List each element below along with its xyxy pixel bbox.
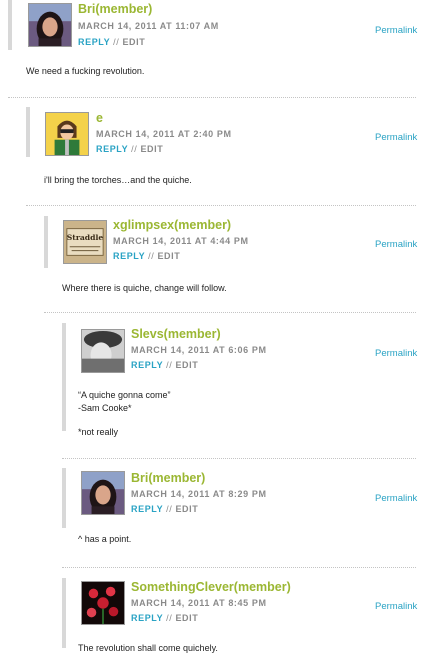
comment-separator [62,567,416,568]
comment-text: Where there is quiche, change will follo… [62,283,227,293]
comment-separator [62,458,416,459]
edit-link[interactable]: EDIT [122,37,145,47]
edit-link[interactable]: EDIT [175,360,198,370]
svg-text:Straddle: Straddle [67,233,104,242]
comment-actions: REPLY // EDIT [96,144,163,154]
permalink-link[interactable]: Permalink [375,239,417,250]
reply-link[interactable]: REPLY [113,251,145,261]
thread-bar [62,323,66,431]
edit-link[interactable]: EDIT [175,504,198,514]
comment-text: *not really [78,427,119,437]
avatar[interactable] [81,329,125,373]
comment-author[interactable]: Slevs(member) [131,327,221,341]
red-flowers-icon [82,582,124,624]
comment-date: MARCH 14, 2011 AT 8:29 PM [131,489,267,499]
thread-bar [8,0,12,50]
permalink-link[interactable]: Permalink [375,493,417,504]
permalink-link[interactable]: Permalink [375,601,417,612]
reply-link[interactable]: REPLY [131,613,163,623]
comment-date: MARCH 14, 2011 AT 8:45 PM [131,598,267,608]
comment-date: MARCH 14, 2011 AT 4:44 PM [113,236,249,246]
comment-author[interactable]: xglimpsex(member) [113,218,231,232]
comment-separator [8,97,416,98]
edit-link[interactable]: EDIT [157,251,180,261]
thread-bar [26,107,30,157]
comment-actions: REPLY // EDIT [78,37,145,47]
comment-actions: REPLY // EDIT [131,360,198,370]
permalink-link[interactable]: Permalink [375,348,417,359]
avatar[interactable]: Straddle [63,220,107,264]
avatar[interactable] [81,471,125,515]
reply-link[interactable]: REPLY [131,360,163,370]
comment-actions: REPLY // EDIT [131,613,198,623]
comment-author[interactable]: SomethingClever(member) [131,580,291,594]
thread-bar [44,216,48,268]
comment-text: ^ has a point. [78,534,132,544]
comment-separator [44,312,416,313]
comment-text: -Sam Cooke* [78,403,132,413]
thread-bar [62,578,66,648]
avatar[interactable] [28,3,72,47]
comment-text: “A quiche gonna come” [78,390,171,400]
comment-author[interactable]: e [96,111,103,125]
comment-actions: REPLY // EDIT [113,251,180,261]
comment-date: MARCH 14, 2011 AT 2:40 PM [96,129,232,139]
permalink-link[interactable]: Permalink [375,25,417,36]
comment-date: MARCH 14, 2011 AT 11:07 AM [78,21,219,31]
reply-link[interactable]: REPLY [96,144,128,154]
avatar[interactable] [81,581,125,625]
comment-author[interactable]: Bri(member) [131,471,205,485]
comment-author[interactable]: Bri(member) [78,2,152,16]
edit-link[interactable]: EDIT [140,144,163,154]
profile-photo-icon [82,472,124,514]
comment-text: We need a fucking revolution. [26,66,145,76]
comment-separator [26,205,416,206]
straddle-sign-icon: Straddle [64,221,106,263]
bw-photo-icon [82,330,124,372]
profile-photo-icon [29,4,71,46]
comment-date: MARCH 14, 2011 AT 6:06 PM [131,345,267,355]
thread-bar [62,468,66,528]
cartoon-character-icon [46,113,88,155]
reply-link[interactable]: REPLY [131,504,163,514]
comment-text: i'll bring the torches…and the quiche. [44,175,192,185]
edit-link[interactable]: EDIT [175,613,198,623]
reply-link[interactable]: REPLY [78,37,110,47]
comment-actions: REPLY // EDIT [131,504,198,514]
avatar[interactable] [45,112,89,156]
permalink-link[interactable]: Permalink [375,132,417,143]
comment-text: The revolution shall come quichely. [78,643,218,653]
